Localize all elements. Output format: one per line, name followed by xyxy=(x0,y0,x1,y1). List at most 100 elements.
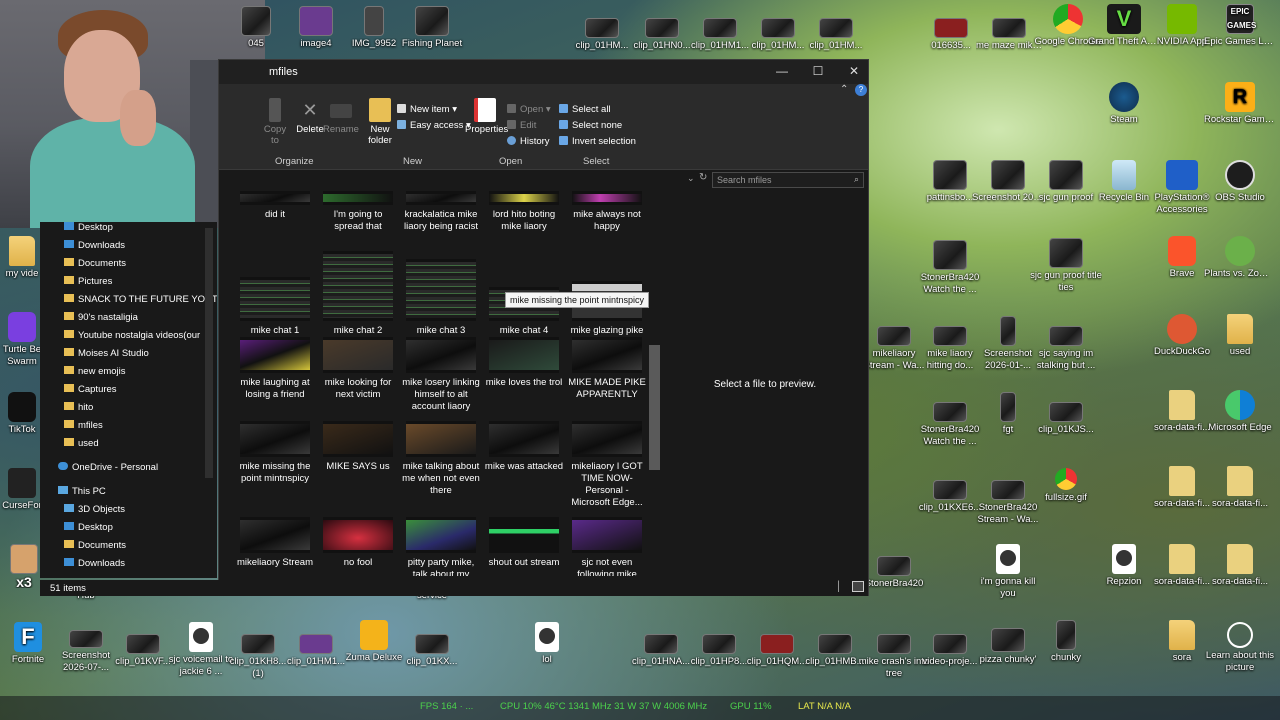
nav-item-youtube-nostalgia[interactable]: Youtube nostalgia videos(our📌 xyxy=(64,330,217,348)
desktop-icon-fortnite[interactable]: F Fortnite xyxy=(0,622,56,666)
desktop-icon-clip[interactable]: clip_01HQM... xyxy=(746,634,808,668)
new-item-button[interactable]: New item ▾ xyxy=(397,104,457,115)
nav-item-pc-documents[interactable]: Documents xyxy=(64,540,217,558)
minimize-button[interactable]: — xyxy=(773,64,791,78)
edit-button[interactable]: Edit xyxy=(507,120,536,131)
desktop-icon-pvz[interactable]: Plants vs. Zombies G... xyxy=(1204,236,1276,280)
desktop-icon-fullsize-gif[interactable]: fullsize.gif xyxy=(1030,468,1102,504)
file-item[interactable]: krackalatica mike liaory being racist xyxy=(401,191,481,233)
desktop-icon-gonna-kill[interactable]: i'm gonna kill you xyxy=(972,544,1044,600)
properties-button[interactable]: Properties xyxy=(465,98,508,135)
desktop-icon-fishing-planet[interactable]: Fishing Planet xyxy=(396,6,468,50)
file-item[interactable]: mike chat 1 xyxy=(235,277,315,337)
help-icon[interactable]: ? xyxy=(855,84,867,96)
desktop-icon-obs[interactable]: OBS Studio xyxy=(1204,160,1276,204)
file-item[interactable]: I'm going to spread that xyxy=(318,191,398,233)
desktop-icon-clip-kjs[interactable]: clip_01KJS... xyxy=(1030,402,1102,436)
desktop-icon-tiktok[interactable]: TikTok xyxy=(0,392,44,436)
desktop-icon-turtle-beach[interactable]: Turtle Be Swarm xyxy=(0,312,44,368)
desktop-icon-clip[interactable]: clip_01HP8... xyxy=(688,634,750,668)
desktop-icon-clip[interactable]: clip_01HMB... xyxy=(804,634,866,668)
desktop-icon-clip[interactable]: clip_01HM1... xyxy=(690,18,750,52)
desktop-icon-clip[interactable]: clip_01HM... xyxy=(806,18,866,52)
desktop-icon-learn-about-picture[interactable]: Learn about this picture xyxy=(1204,622,1276,674)
desktop-icon-sjc-gun-proof-title[interactable]: sjc gun proof title ties xyxy=(1030,238,1102,294)
desktop-icon-repzion[interactable]: Repzion xyxy=(1088,544,1160,588)
nav-item-moises[interactable]: Moises AI Studio📌 xyxy=(64,348,217,366)
nav-item-pictures[interactable]: Pictures📌 xyxy=(64,276,217,294)
desktop-icon-clip[interactable]: 016635... xyxy=(918,18,984,52)
file-item[interactable]: lord hito boting mike liaory xyxy=(484,191,564,233)
desktop-icon-clip[interactable]: clip_01KVF... xyxy=(112,634,174,668)
nav-item-captures[interactable]: Captures xyxy=(64,384,217,402)
desktop-icon-sjc-saying[interactable]: sjc saying im stalking but ... xyxy=(1030,326,1102,372)
file-item[interactable]: MIKE MADE PIKE APPARENTLY xyxy=(567,337,647,401)
file-item[interactable]: did it xyxy=(235,191,315,221)
nav-item-hito[interactable]: hito xyxy=(64,402,217,420)
nav-item-documents[interactable]: Documents📌 xyxy=(64,258,217,276)
desktop-icon-curseforge[interactable]: CurseFor xyxy=(0,468,44,512)
file-item[interactable]: MIKE SAYS us xyxy=(318,421,398,473)
search-input[interactable]: Search mfiles ⌕ xyxy=(712,172,864,188)
nav-item-this-pc[interactable]: This PC xyxy=(58,486,217,504)
file-item[interactable]: mike chat 3 xyxy=(401,259,481,337)
invert-selection-button[interactable]: Invert selection xyxy=(559,136,636,147)
nav-item-3d-objects[interactable]: 3D Objects xyxy=(64,504,217,522)
file-item[interactable]: mike losery linking himself to alt accou… xyxy=(401,337,481,413)
desktop-icon-clip[interactable]: clip_01HM... xyxy=(572,18,632,52)
desktop-icon-clip[interactable]: clip_01HM1... xyxy=(284,634,348,668)
collapse-ribbon-icon[interactable]: ⌃ xyxy=(840,84,848,95)
desktop-icon-clip[interactable]: clip_01HNA... xyxy=(630,634,692,668)
large-icons-view-icon[interactable] xyxy=(852,581,864,592)
new-folder-button[interactable]: New folder xyxy=(365,98,395,146)
desktop-icon-clip[interactable]: clip_01KH8... (1) xyxy=(226,634,290,680)
select-none-button[interactable]: Select none xyxy=(559,120,622,131)
nav-item-mfiles[interactable]: mfiles xyxy=(64,420,217,438)
desktop-icon-chunky[interactable]: chunky xyxy=(1030,620,1102,664)
desktop-icon-my-video[interactable]: my vide xyxy=(0,236,44,280)
desktop-icon-clip[interactable]: clip_01HM... xyxy=(748,18,808,52)
file-item[interactable]: pitty party mike, talk about my xyxy=(401,517,481,576)
file-item[interactable]: mike missing the point mintnspicy xyxy=(235,421,315,485)
nav-item-snack[interactable]: SNACK TO THE FUTURE YOUT📌 xyxy=(64,294,217,312)
file-item[interactable]: mike glazing pike xyxy=(567,281,647,337)
nav-item-pc-downloads[interactable]: Downloads xyxy=(64,558,217,576)
file-item[interactable]: sjc not even following mike xyxy=(567,517,647,576)
file-item[interactable]: mikeliaory Stream xyxy=(235,517,315,569)
navigation-pane[interactable]: Desktop📌 Downloads📌 Documents📌 Pictures📌… xyxy=(40,222,217,578)
copy-to-button[interactable]: Copy to xyxy=(261,98,289,146)
desktop-icon-sora-data[interactable]: sora-data-fi... xyxy=(1204,544,1276,588)
file-item[interactable]: mike laughing at losing a friend xyxy=(235,337,315,401)
nav-item-onedrive[interactable]: OneDrive - Personal xyxy=(58,462,217,480)
select-all-button[interactable]: Select all xyxy=(559,104,611,115)
desktop-icon-zuma-deluxe[interactable]: Zuma Deluxe xyxy=(340,620,408,664)
file-item[interactable]: mike talking about me when not even ther… xyxy=(401,421,481,497)
desktop-icon-sora-data[interactable]: sora-data-fi... xyxy=(1146,390,1218,434)
desktop-icon-stoner-watch[interactable]: StonerBra420 Watch the ... xyxy=(914,240,986,296)
open-button[interactable]: Open ▾ xyxy=(507,104,551,115)
desktop-icon-clip[interactable]: clip_01HN0... xyxy=(632,18,692,52)
file-item[interactable]: mike chat 2 xyxy=(318,251,398,337)
file-item[interactable]: mike looking for next victim xyxy=(318,337,398,401)
history-button[interactable]: History xyxy=(507,136,550,147)
rename-button[interactable]: Rename xyxy=(323,98,359,135)
nav-item-desktop[interactable]: Desktop📌 xyxy=(64,222,217,240)
desktop-icon-sora-data[interactable]: sora-data-fi... xyxy=(1204,466,1276,510)
nav-item-90s[interactable]: 90's nastaligia📌 xyxy=(64,312,217,330)
file-item[interactable]: mike always not happy xyxy=(567,191,647,233)
file-item[interactable]: mike was attacked xyxy=(484,421,564,473)
desktop-icon-lol[interactable]: lol xyxy=(514,622,580,666)
desktop-icon-sjc-voicemail[interactable]: sjc voicemail to jackie 6 ... xyxy=(168,622,234,678)
close-button[interactable]: ✕ xyxy=(845,64,863,78)
nav-item-new-emojis[interactable]: new emojis📌 xyxy=(64,366,217,384)
desktop-icon-clip[interactable]: clip_01KX... xyxy=(400,634,464,668)
nav-item-used[interactable]: used xyxy=(64,438,217,456)
desktop-icon-screenshot[interactable]: Screenshot 2026-01-... xyxy=(972,160,1044,204)
file-item[interactable]: mike loves the trol xyxy=(484,337,564,389)
nav-pane-scrollbar[interactable] xyxy=(205,228,213,478)
file-list[interactable]: did it I'm going to spread that krackala… xyxy=(227,189,651,576)
easy-access-button[interactable]: Easy access ▾ xyxy=(397,120,471,131)
desktop-icon-rockstar[interactable]: RRockstar Games ... xyxy=(1204,82,1276,126)
desktop-icon-x3[interactable]: x3 xyxy=(4,544,44,588)
file-item[interactable]: shout out stream xyxy=(484,517,564,569)
